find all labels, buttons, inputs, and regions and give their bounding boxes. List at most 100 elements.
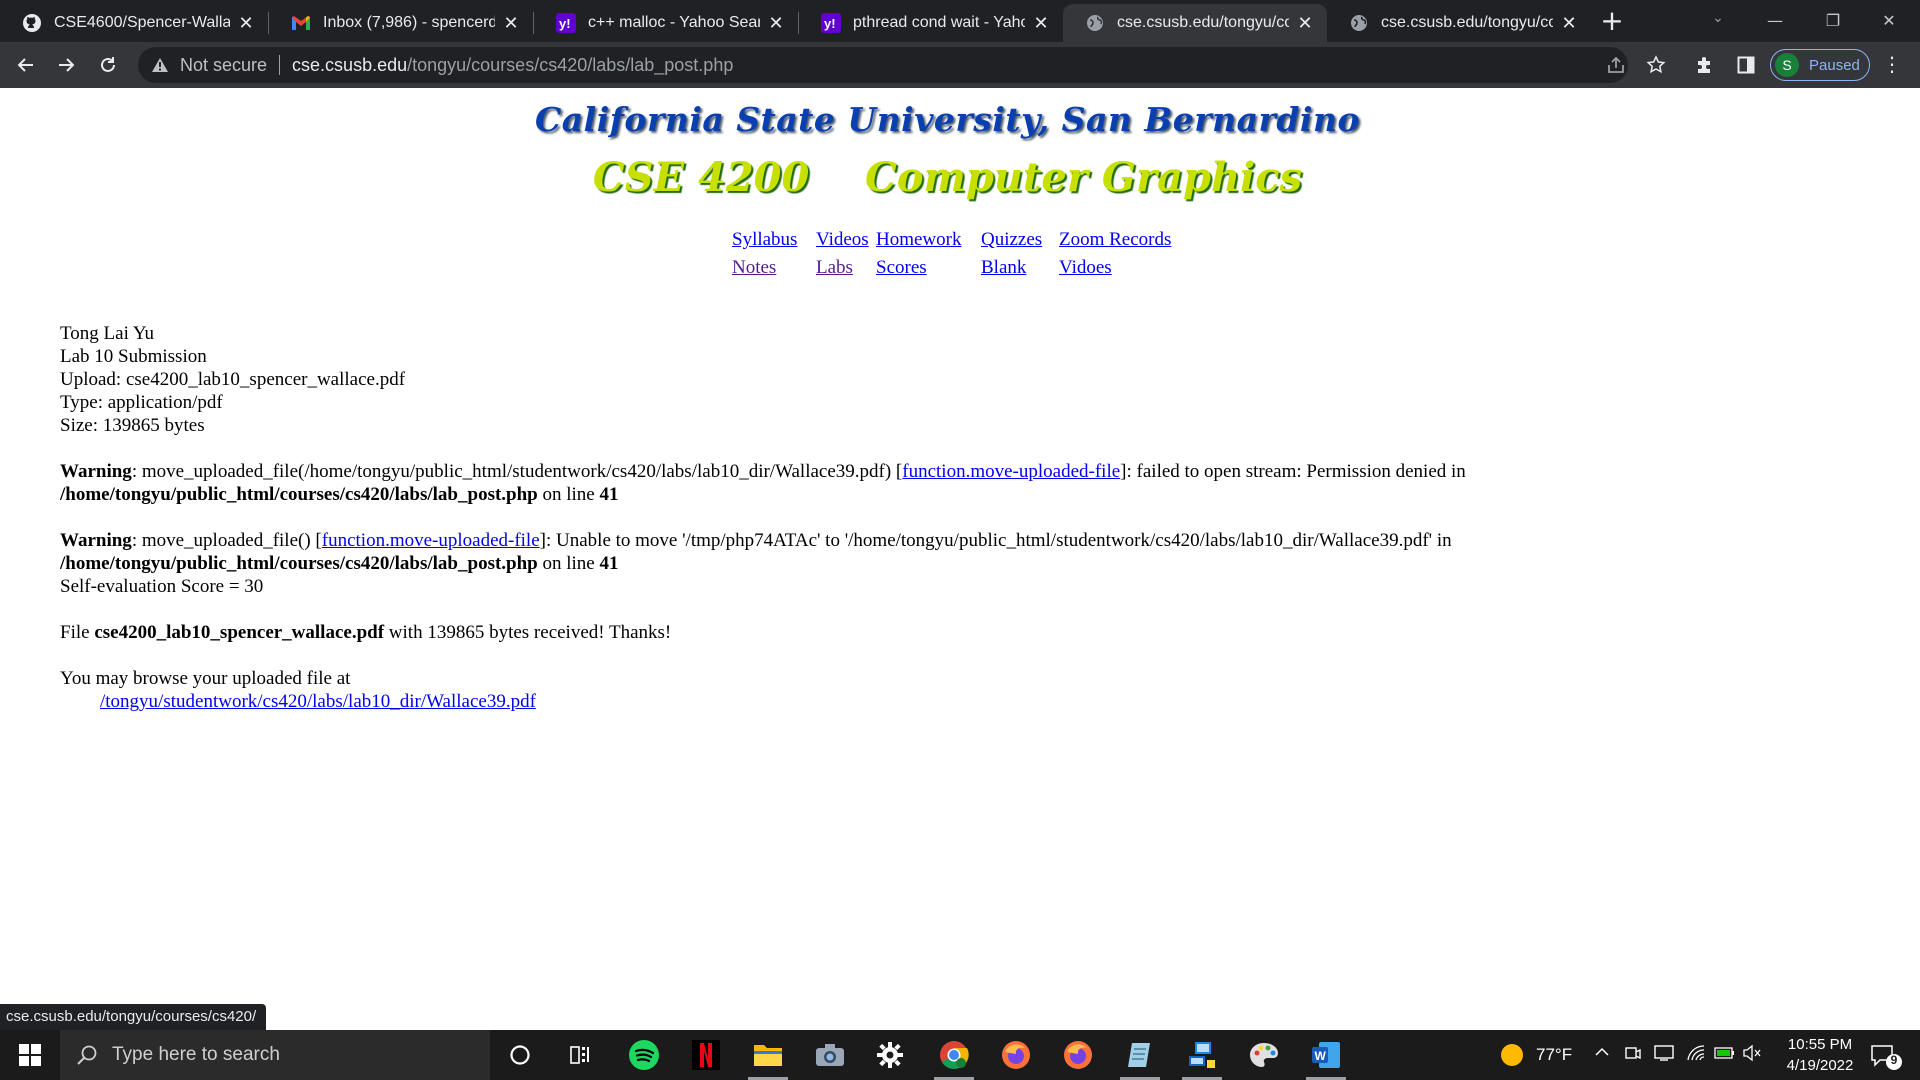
tab-csusb-active[interactable]: cse.csusb.edu/tongyu/cour ✕ [1063,4,1327,42]
tab-yahoo-malloc[interactable]: y! c++ malloc - Yahoo Search ✕ [534,4,798,42]
close-icon[interactable]: ✕ [1559,13,1579,33]
status-url-bubble: cse.csusb.edu/tongyu/courses/cs420/ [0,1004,267,1030]
notification-count: 9 [1890,1053,1898,1067]
nav-link-syllabus[interactable]: Syllabus [732,226,797,254]
submission-result: Tong Lai Yu Lab 10 Submission Upload: cs… [60,322,1860,713]
warning-icon[interactable] [150,55,170,75]
notification-center-icon[interactable]: 9 [1866,1042,1906,1072]
weather-widget[interactable]: 77°F [1500,1030,1572,1080]
bookmark-star-icon[interactable] [1644,53,1668,77]
self-evaluation-score: Self-evaluation Score = 30 [60,576,264,597]
chevron-down-icon[interactable]: ⌄ [1706,10,1730,34]
course-title: CSE 4200 Computer Graphics [592,154,1303,201]
warning-label: Warning [60,461,132,482]
tab-yahoo-pthread[interactable]: y! pthread cond wait - Yahoo ✕ [799,4,1063,42]
back-icon[interactable] [10,49,42,81]
display-icon[interactable] [1654,1044,1676,1064]
remote-desktop-icon[interactable] [1174,1030,1230,1080]
profile-button[interactable]: S Paused [1770,49,1870,81]
taskbar-search[interactable]: Type here to search [60,1030,490,1080]
spotify-icon[interactable] [616,1030,672,1080]
clock-time: 10:55 PM [1787,1036,1853,1053]
yahoo-icon: y! [556,13,576,33]
nav-link-vidoes[interactable]: Vidoes [1059,254,1112,282]
share-icon[interactable] [1604,53,1628,77]
volume-muted-icon[interactable] [1742,1044,1762,1064]
wifi-icon[interactable] [1686,1044,1706,1064]
side-panel-icon[interactable] [1734,53,1758,77]
new-tab-button[interactable]: + [1598,7,1626,36]
file-explorer-icon[interactable] [740,1030,796,1080]
task-view-icon[interactable] [552,1030,608,1080]
nav-link-scores[interactable]: Scores [876,254,927,282]
close-window-icon[interactable]: ✕ [1866,6,1912,36]
web-page: California State University, San Bernard… [0,88,1920,1030]
nav-link-blank[interactable]: Blank [981,254,1026,282]
camera-icon[interactable] [802,1030,858,1080]
tab-title: pthread cond wait - Yahoo [853,14,1025,31]
globe-icon [1349,13,1369,33]
instructor-name: Tong Lai Yu [60,323,155,344]
upload-filename: Upload: cse4200_lab10_spencer_wallace.pd… [60,369,406,390]
svg-text:y!: y! [559,16,571,31]
close-icon[interactable]: ✕ [1031,13,1051,33]
more-menu-icon[interactable]: ⋮ [1880,53,1904,77]
profile-status: Paused [1809,56,1860,74]
paint-icon[interactable] [1236,1030,1292,1080]
battery-icon[interactable] [1714,1045,1736,1065]
url-host: cse.csusb.edu [292,54,408,75]
forward-icon[interactable] [50,49,82,81]
received-message: File cse4200_lab10_spencer_wallace.pdf w… [60,622,672,643]
university-title: California State University, San Bernard… [535,100,1360,139]
tab-title: cse.csusb.edu/tongyu/cour [1117,14,1289,31]
nav-link-zoom-records[interactable]: Zoom Records [1059,226,1171,254]
uploaded-file-link[interactable]: /tongyu/studentwork/cs420/labs/lab10_dir… [100,691,536,712]
submission-title: Lab 10 Submission [60,346,207,367]
url-path: /tongyu/courses/cs420/labs/lab_post.php [407,54,734,75]
cortana-icon[interactable] [492,1030,548,1080]
address-bar[interactable]: Not secure cse.csusb.edu /tongyu/courses… [138,47,1628,83]
received-filename: cse4200_lab10_spencer_wallace.pdf [94,622,385,643]
reload-icon[interactable] [92,49,124,81]
upload-type: Type: application/pdf [60,392,223,413]
nav-link-homework[interactable]: Homework [876,226,961,254]
nav-link-labs[interactable]: Labs [816,254,853,282]
chrome-icon[interactable] [926,1030,982,1080]
netflix-icon[interactable] [678,1030,734,1080]
firefox-icon[interactable] [988,1030,1044,1080]
notepad-icon[interactable] [1112,1030,1168,1080]
nav-link-videos[interactable]: Videos [816,226,869,254]
tab-strip: CSE4600/Spencer-Wallace- ✕ Inbox (7,986)… [0,0,1920,42]
word-icon[interactable]: W [1298,1030,1354,1080]
nav-link-notes[interactable]: Notes [732,254,776,282]
close-icon[interactable]: ✕ [1295,13,1315,33]
php-doc-link[interactable]: function.move-uploaded-file [902,461,1120,482]
minimize-icon[interactable]: — [1752,6,1798,36]
upload-size: Size: 139865 bytes [60,415,205,436]
tab-gmail[interactable]: Inbox (7,986) - spencerdwal ✕ [269,4,533,42]
windows-start-icon[interactable] [0,1030,60,1080]
settings-icon[interactable] [862,1030,918,1080]
tab-title: c++ malloc - Yahoo Search [588,14,760,31]
extensions-icon[interactable] [1692,53,1716,77]
tab-title: cse.csusb.edu/tongyu/cour [1381,14,1553,31]
browse-text: You may browse your uploaded file at [60,668,351,689]
chevron-up-icon[interactable] [1594,1044,1614,1064]
php-doc-link[interactable]: function.move-uploaded-file [322,530,540,551]
security-label[interactable]: Not secure [180,55,267,76]
tab-csusb[interactable]: cse.csusb.edu/tongyu/cour ✕ [1327,4,1591,42]
close-icon[interactable]: ✕ [236,13,256,33]
close-icon[interactable]: ✕ [766,13,786,33]
tab-github[interactable]: CSE4600/Spencer-Wallace- ✕ [0,4,268,42]
meet-now-icon[interactable] [1624,1044,1644,1064]
firefox-icon[interactable] [1050,1030,1106,1080]
weather-temperature: 77°F [1536,1045,1573,1064]
taskbar-clock[interactable]: 10:55 PM 4/19/2022 [1770,1034,1870,1076]
restore-icon[interactable]: ❐ [1810,6,1856,36]
nav-link-quizzes[interactable]: Quizzes [981,226,1042,254]
globe-icon [1085,13,1105,33]
svg-text:y!: y! [824,16,836,31]
close-icon[interactable]: ✕ [501,13,521,33]
search-icon [76,1044,98,1066]
address-divider [279,55,281,75]
